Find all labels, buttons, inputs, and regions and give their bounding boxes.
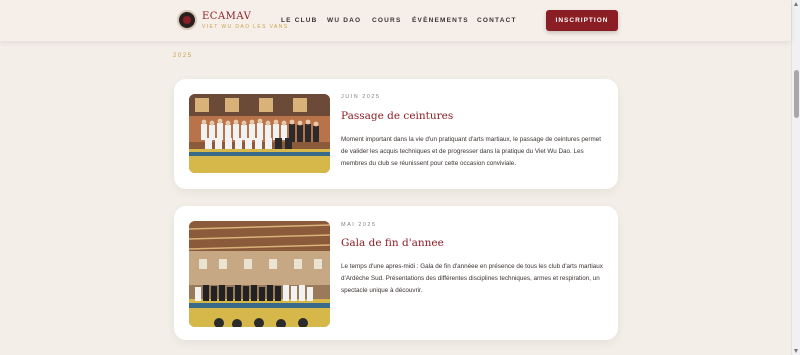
- nav-contact[interactable]: CONTACT: [477, 17, 517, 24]
- nav-wu-dao[interactable]: WU DAO: [327, 17, 361, 24]
- event-photo-belts: [189, 94, 330, 173]
- scroll-up-icon[interactable]: [794, 2, 798, 6]
- club-logo[interactable]: [177, 10, 197, 30]
- year-label: 2025: [173, 53, 193, 59]
- nav-cours[interactable]: COURS: [372, 17, 401, 24]
- brand-subtitle: VIET WU DAO LES VANS: [202, 24, 289, 30]
- page-scrollbar[interactable]: [791, 0, 800, 355]
- event-card[interactable]: MAI 2025 Gala de fin d'annee Le temps d'…: [174, 206, 618, 340]
- event-card[interactable]: JUIN 2025 Passage de ceintures Moment im…: [174, 79, 618, 189]
- event-photo-gala: [189, 221, 330, 327]
- event-date: JUIN 2025: [341, 94, 381, 100]
- inscription-button[interactable]: INSCRIPTION: [546, 10, 618, 31]
- event-description: Moment important dans la vie d'un pratiq…: [341, 136, 602, 167]
- brand-title[interactable]: ECAMAV: [202, 11, 251, 22]
- event-title[interactable]: Passage de ceintures: [341, 110, 453, 122]
- scroll-down-icon[interactable]: [794, 349, 798, 353]
- nav-le-club[interactable]: LE CLUB: [281, 17, 318, 24]
- event-description: Le temps d'une apres-midi : Gala de fin …: [341, 263, 603, 294]
- event-date: MAI 2025: [341, 222, 377, 228]
- nav-evenements[interactable]: ÉVÈNEMENTS: [412, 17, 469, 24]
- scroll-thumb[interactable]: [794, 70, 799, 118]
- site-header: ECAMAV VIET WU DAO LES VANS LE CLUB WU D…: [0, 0, 791, 41]
- event-title[interactable]: Gala de fin d'annee: [341, 237, 444, 249]
